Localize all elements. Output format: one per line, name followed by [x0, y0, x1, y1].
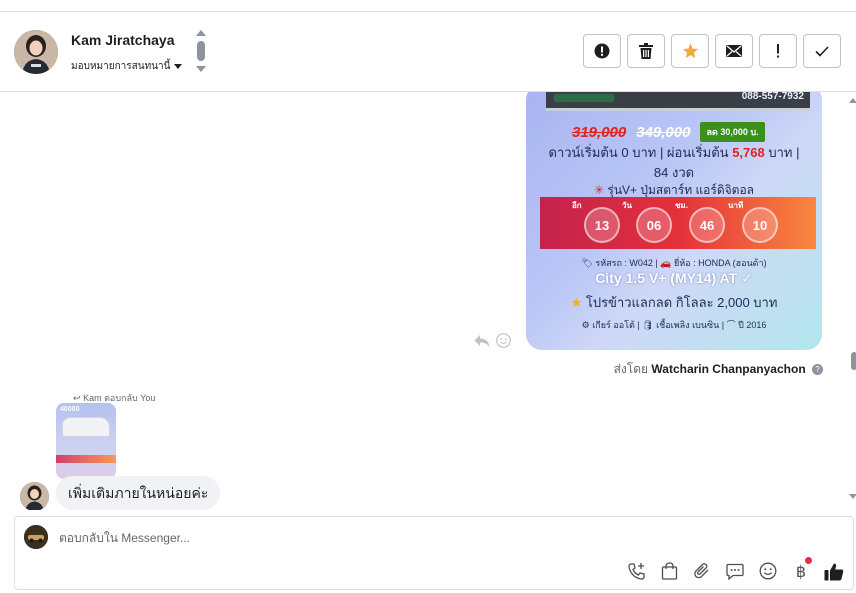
- ad-prices: 319,000 349,000 ลด 30,000 บ.: [572, 122, 765, 142]
- paperclip-icon: [694, 563, 709, 579]
- replied-image-thumbnail[interactable]: 40000: [56, 403, 116, 479]
- call-button[interactable]: [625, 561, 647, 581]
- countdown-value: 13: [584, 207, 620, 243]
- installment-amount: 5,768: [732, 145, 765, 160]
- payment-button[interactable]: ฿: [790, 557, 812, 581]
- star-icon: [682, 43, 698, 58]
- chevron-up-icon[interactable]: [196, 30, 206, 36]
- countdown-banner: อีก 13 วัน 06 ชม. 46 นาที 10: [540, 197, 816, 249]
- message-actions: [474, 333, 511, 348]
- assign-label: มอบหมายการสนทนานี้: [71, 61, 171, 72]
- reply-arrow-icon: ↩: [73, 393, 81, 403]
- countdown-value: 10: [742, 207, 778, 243]
- envelope-icon: [726, 45, 742, 57]
- exclamation-icon: [777, 44, 779, 58]
- scroll-up-icon[interactable]: [849, 98, 856, 103]
- reply-composer: ฿: [14, 516, 854, 590]
- contact-avatar[interactable]: [14, 30, 58, 74]
- shopping-bag-icon: [661, 562, 677, 580]
- shop-button[interactable]: [658, 561, 680, 581]
- header-actions: [583, 34, 841, 68]
- conversation-stepper[interactable]: [195, 28, 207, 76]
- contact-name[interactable]: Kam Jiratchaya: [71, 32, 175, 48]
- reply-label-text: Kam ตอบกลับ You: [83, 393, 156, 403]
- discount-badge: ลด 30,000 บ.: [700, 122, 765, 142]
- sender-name[interactable]: Watcharin Chanpanyachon: [651, 362, 805, 376]
- down-text-1: ดาวน์เริ่มต้น 0 บาท | ผ่อนเริ่มต้น: [548, 145, 729, 160]
- promo-text: โปรข้าวแลกลด กิโลละ 2,000 บาท: [585, 295, 778, 310]
- star-button[interactable]: [671, 34, 709, 68]
- sent-by-line: ส่งโดย Watcharin Chanpanyachon ?: [614, 360, 823, 379]
- countdown-label: วัน: [622, 201, 632, 210]
- price-now: 319,000: [572, 123, 627, 141]
- ad-header-strip: 088-557-7932: [546, 92, 810, 111]
- saved-replies-button[interactable]: [724, 561, 746, 581]
- conversation-header: Kam Jiratchaya มอบหมายการสนทนานี้: [0, 12, 856, 92]
- emoji-reaction-icon[interactable]: [496, 333, 511, 348]
- shared-ad-image[interactable]: 088-557-7932 319,000 349,000 ลด 30,000 บ…: [526, 92, 822, 350]
- thumb-price: 40000: [60, 406, 80, 413]
- checkmark-icon: [815, 45, 829, 57]
- countdown-label: นาที: [728, 201, 744, 210]
- down-text-2: บาท |: [768, 145, 800, 160]
- countdown-value: 46: [689, 207, 725, 243]
- scroll-down-icon[interactable]: [849, 494, 856, 499]
- message-input[interactable]: [59, 531, 459, 545]
- countdown-label: ชม.: [675, 201, 688, 210]
- mark-unread-button[interactable]: [715, 34, 753, 68]
- scrollbar-thumb[interactable]: [851, 352, 856, 370]
- mark-spam-button[interactable]: [583, 34, 621, 68]
- help-icon[interactable]: ?: [812, 364, 823, 376]
- emoji-button[interactable]: [757, 561, 779, 581]
- chat-bubble-icon: [726, 563, 744, 580]
- ad-specs: ⚙ เกียร์ ออโต้ | 🛢 เชื้อเพลิง เบนซิน | ⌒…: [581, 320, 767, 330]
- stepper-handle: [197, 41, 205, 61]
- star-icon: ★: [570, 295, 583, 310]
- delete-button[interactable]: [627, 34, 665, 68]
- ad-car-code: 🏷 รหัสรถ : W042 | 🚗 ยี่ห้อ : HONDA (ฮอนด…: [581, 258, 767, 268]
- countdown-label: อีก: [572, 201, 582, 210]
- thumb-countdown-strip: [56, 455, 116, 463]
- composer-toolbar: ฿: [625, 557, 845, 581]
- countdown-value: 06: [636, 207, 672, 243]
- incoming-message-bubble[interactable]: เพิ่มเติมภายในหน่อยค่ะ: [56, 476, 221, 510]
- dealer-logo: [554, 94, 614, 102]
- phone-plus-icon: [627, 562, 645, 580]
- car-image: [62, 417, 110, 437]
- ad-terms: 84 งวด: [653, 165, 695, 180]
- notification-dot: [805, 557, 812, 564]
- mark-important-button[interactable]: [759, 34, 797, 68]
- assign-conversation-dropdown[interactable]: มอบหมายการสนทนานี้: [71, 59, 183, 74]
- caret-down-icon: [174, 64, 183, 69]
- ad-phone: 088-557-7932: [741, 92, 804, 102]
- ad-down-payment: ดาวน์เริ่มต้น 0 บาท | ผ่อนเริ่มต้น 5,768…: [526, 143, 822, 162]
- page-avatar: [24, 525, 48, 549]
- ad-car-model: City 1.5 V+ (MY14) AT ✓: [595, 270, 753, 286]
- message-thread[interactable]: 088-557-7932 319,000 349,000 ลด 30,000 บ…: [0, 92, 856, 510]
- feature-text: รุ่นV+ ปุ่มสตาร์ท แอร์ดิจิตอล: [607, 183, 755, 197]
- smiley-icon: [759, 562, 777, 580]
- baht-icon: ฿: [795, 561, 807, 581]
- attach-button[interactable]: [691, 561, 713, 581]
- alert-circle-icon: [594, 43, 610, 59]
- thumbs-up-icon: [824, 563, 844, 580]
- sent-by-prefix: ส่งโดย: [613, 362, 649, 376]
- price-old: 349,000: [636, 123, 691, 141]
- ad-promo: ★ โปรข้าวแลกลด กิโลละ 2,000 บาท: [526, 292, 822, 313]
- trash-icon: [639, 43, 653, 59]
- chevron-down-icon[interactable]: [196, 66, 206, 72]
- contact-avatar-small[interactable]: [20, 482, 49, 510]
- like-button[interactable]: [823, 561, 845, 581]
- asterisk-icon: ✳: [593, 183, 605, 197]
- mark-done-button[interactable]: [803, 34, 841, 68]
- reply-icon[interactable]: [474, 334, 490, 348]
